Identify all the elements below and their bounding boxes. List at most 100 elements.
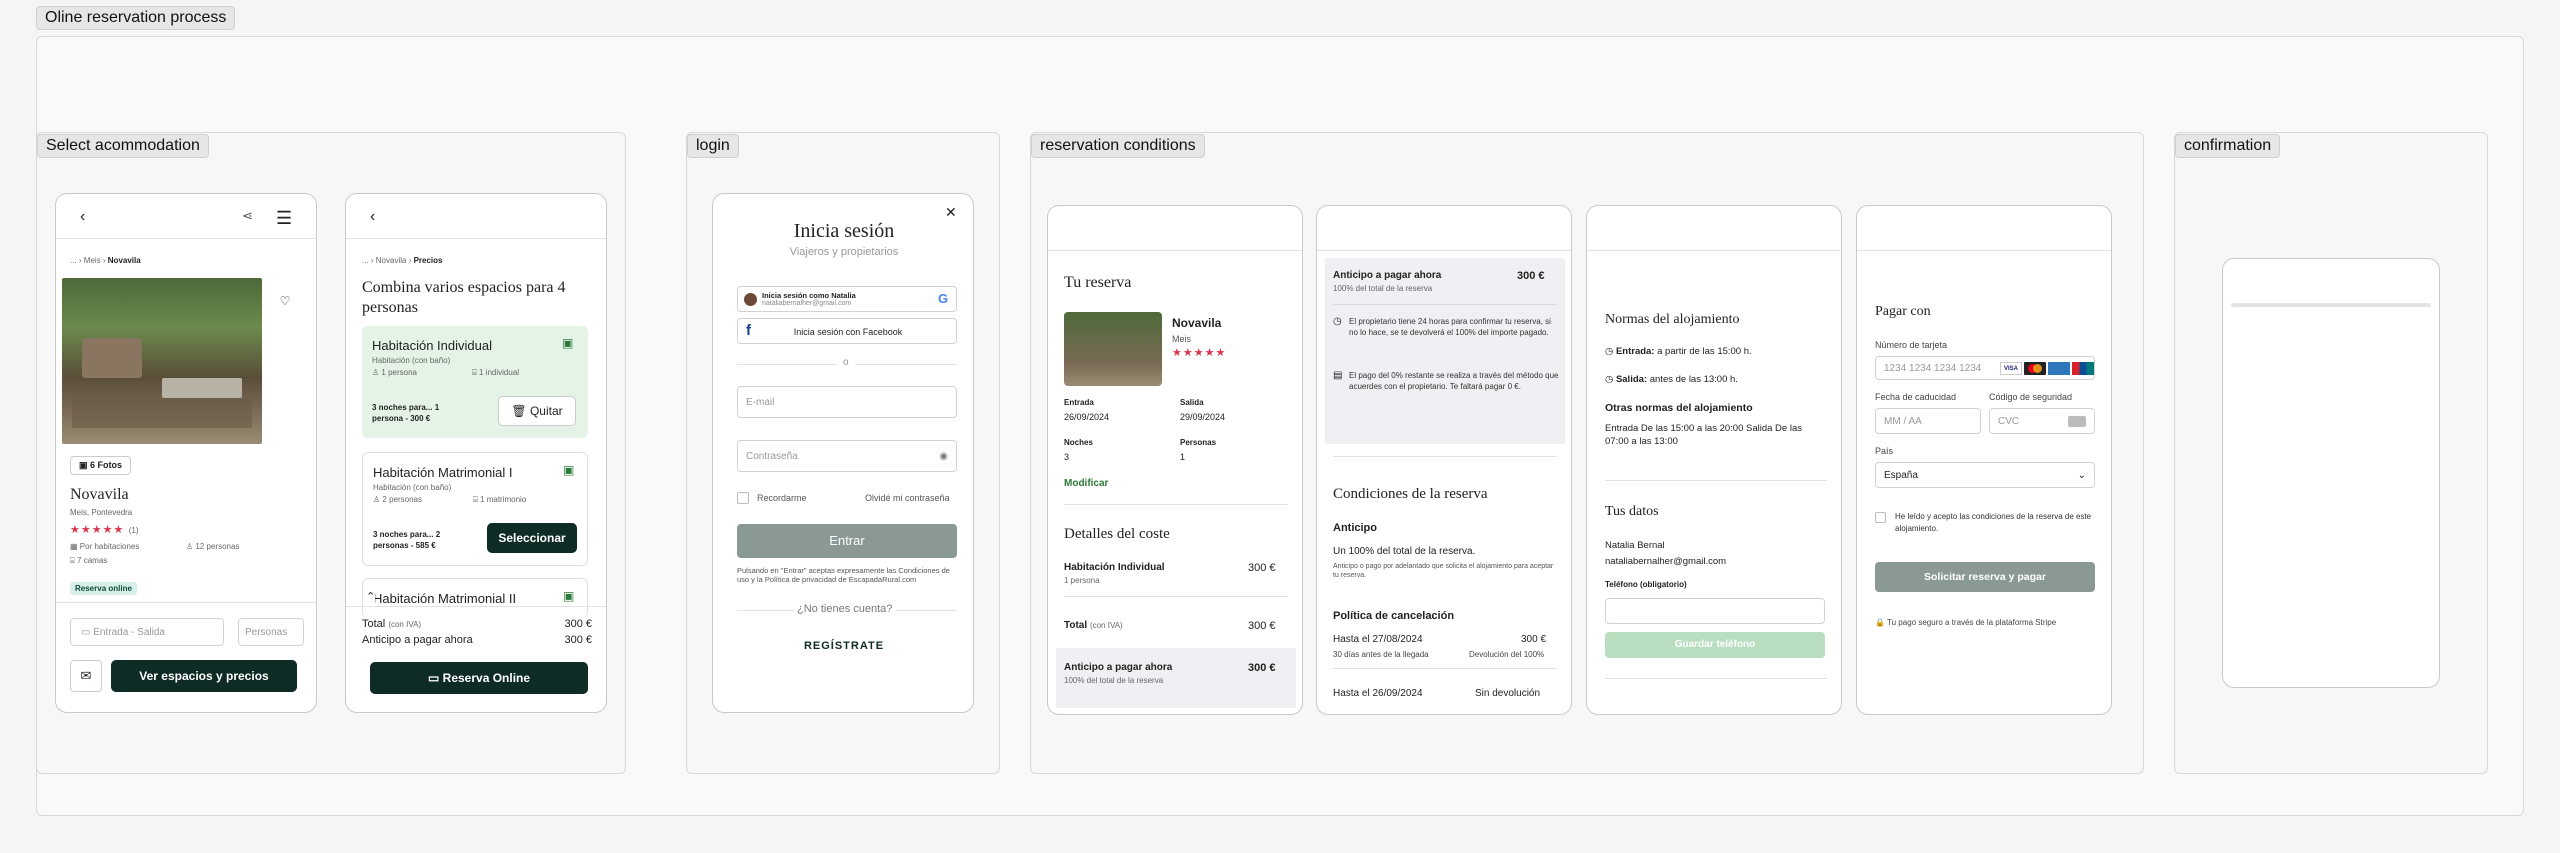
avatar [744,293,757,306]
terms-label: He leído y acepto las condiciones de la … [1895,512,2092,533]
persons-input[interactable]: Personas [238,618,304,646]
property-place: Meis [1172,334,1192,344]
breadcrumb: ... › Novavila › Precios [362,256,443,265]
rules-title: Normas del alojamiento [1605,312,1740,327]
screen-rules-and-data: Normas del alojamiento ◷ Entrada: a part… [1586,205,1842,715]
chevron-down-icon: ⌄ [2077,470,2086,481]
room-beds: ⌸ 1 matrimonio [473,495,527,504]
conditions-title: Condiciones de la reserva [1333,486,1488,502]
property-thumbnail [1064,312,1162,386]
screen-reservation-conditions: Anticipo a pagar ahora 300 € 100% del to… [1316,205,1572,715]
remember-checkbox[interactable] [737,492,749,504]
room-name: Habitación Individual [372,338,492,353]
amex-icon [2048,362,2070,375]
see-rooms-button[interactable]: Ver espacios y precios [111,660,297,692]
register-link[interactable]: REGÍSTRATE [713,640,973,652]
anticipo-row: Anticipo a pagar ahora 300 € [362,634,592,646]
section-select-label: Select acommodation [37,134,209,158]
terms-checkbox[interactable] [1875,512,1886,523]
screen-rooms: ‹ ... › Novavila › Precios Combina vario… [345,193,607,713]
country-select[interactable]: España ⌄ [1875,462,2095,488]
screen-confirmation [2222,258,2440,688]
loading-bar [2231,303,2431,307]
google-signin-button[interactable]: Inicia sesión como Natalia nataliabernal… [737,286,957,312]
back-icon[interactable]: ‹ [370,208,375,226]
room-name: Habitación Matrimonial I [373,465,513,480]
close-icon[interactable]: ✕ [945,204,957,221]
rooms-icon: ▦ [70,542,78,551]
wallet-icon: ▤ [1333,370,1343,381]
room-card[interactable]: Habitación Matrimonial II ▣ [362,578,588,618]
forgot-password-link[interactable]: Olvidé mi contraseña [865,493,950,503]
trash-icon: 🗑 [511,404,527,418]
screen-login: ✕ Inicia sesión Viajeros y propietarios … [712,193,974,713]
room-card-selected[interactable]: Habitación Individual ▣ Habitación (con … [362,326,588,438]
save-phone-button[interactable]: Guardar teléfono [1605,632,1825,658]
feature-people: ♙ 12 personas [186,542,240,551]
page-title: Combina varios espacios para 4 personas [362,279,566,316]
card-icon: ▭ [427,671,440,685]
rating: ★★★★★ (1) [70,524,139,536]
clock-icon: ◷ [1605,346,1614,357]
login-title: Inicia sesión [793,220,895,242]
property-stars: ★★★★★ [1172,347,1227,359]
phone-field[interactable] [1605,598,1825,624]
no-account-text: ¿No tienes cuenta? [793,603,897,615]
share-icon[interactable]: ⋖ [242,208,253,224]
anticipo-box: Anticipo a pagar ahora 300 € 100% del to… [1056,648,1296,708]
favorite-icon[interactable]: ♡ [274,290,296,312]
pay-button[interactable]: Solicitar reserva y pagar [1875,562,2095,592]
remove-button[interactable]: 🗑 Quitar [498,396,576,426]
bed-icon: ⌸ [70,556,75,565]
screen-reservation-summary: Tu reserva Novavila Meis ★★★★★ Entrada 2… [1047,205,1303,715]
contact-icon[interactable]: ✉ [70,660,102,692]
legal-text: Pulsando en "Entrar" aceptas expresament… [737,566,950,584]
clock-icon: ◷ [1333,316,1342,327]
room-name: Habitación Matrimonial II [373,591,517,606]
clock-icon: ◷ [1605,374,1614,385]
email-field[interactable]: E-mail [737,386,957,418]
google-icon: G [938,291,949,306]
card-number-field[interactable]: 1234 1234 1234 1234 VISA [1875,356,2095,380]
property-photo[interactable] [62,278,262,444]
password-field[interactable]: Contraseña ◉ [737,440,957,472]
login-subtitle: Viajeros y propietarios [789,246,899,258]
facebook-signin-button[interactable]: f Inicia sesión con Facebook [737,318,957,344]
cvc-card-icon [2068,416,2086,427]
mastercard-icon [2024,362,2046,375]
cvc-field[interactable]: CVC [1989,408,2095,434]
room-icon: ▣ [563,589,575,603]
anticipo-box: Anticipo a pagar ahora 300 € 100% del to… [1325,258,1565,444]
your-data-title: Tus datos [1605,504,1659,519]
online-reservation-button[interactable]: ▭ Reserva Online [370,662,588,694]
breadcrumb-meis[interactable]: Meis [84,256,101,265]
person-icon: ♙ [186,542,194,551]
online-badge: Reserva online [70,582,137,595]
photos-button[interactable]: ▣ 6 Fotos [70,456,132,475]
enter-button[interactable]: Entrar [737,524,957,558]
back-icon[interactable]: ‹ [80,208,85,226]
screen-accommodation: ‹ ⋖ ☰ ... › Meis › Novavila ♡ ▣ 6 Fotos … [55,193,317,713]
checkout-rule: ◷ Salida: antes de las 13:00 h. [1605,374,1738,385]
secure-payment-note: 🔒 Tu pago seguro a través de la platafor… [1875,618,2057,627]
property-name: Novavila [1172,316,1222,330]
property-location: Meis, Pontevedra [70,508,133,517]
eye-icon[interactable]: ◉ [939,451,948,462]
room-price: 3 noches para... 2 personas - 585 € [373,530,441,550]
room-people: ♙ 2 personas [373,495,422,504]
dates-input[interactable]: ▭ Entrada - Salida [70,618,224,646]
room-card[interactable]: Habitación Matrimonial I ▣ Habitación (c… [362,452,588,566]
outer-frame-label: Oline reservation process [36,6,236,30]
room-icon: ▣ [563,463,575,477]
select-button[interactable]: Seleccionar [487,523,577,553]
visa-icon: VISA [2000,362,2022,375]
menu-icon[interactable]: ☰ [276,208,292,229]
expiry-field[interactable]: MM / AA [1875,408,1981,434]
section-title: Tu reserva [1064,274,1132,291]
room-people: ♙ 1 persona [372,368,417,377]
lock-icon: 🔒 [1875,618,1885,627]
modify-link[interactable]: Modificar [1064,478,1108,489]
room-icon: ▣ [562,336,574,350]
collapse-icon[interactable]: ⌃ [366,590,376,603]
property-name: Novavila [70,486,129,503]
